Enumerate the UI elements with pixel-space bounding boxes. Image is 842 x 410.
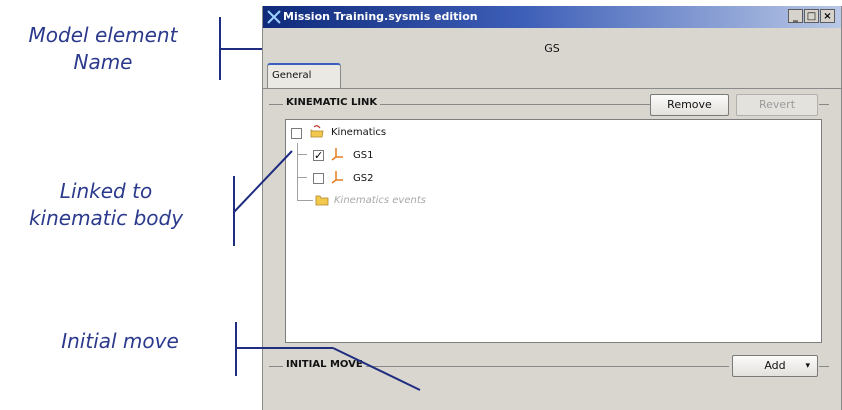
add-button[interactable]: Add ▾	[732, 355, 818, 377]
body-axes-icon	[331, 148, 343, 161]
annotation-text: Linked to	[59, 179, 153, 203]
tree-item-gs1[interactable]: GS1	[353, 148, 373, 164]
tab-divider	[263, 88, 841, 89]
annotation-model-element-name: Model element Name	[8, 22, 198, 76]
window-controls: _ □ ×	[787, 9, 835, 23]
window-title: Mission Training.sysmis edition	[283, 10, 478, 23]
tree-item-kinematics-events[interactable]: Kinematics events	[334, 193, 426, 209]
tree-connector	[297, 177, 307, 178]
annotation-linked-to-kinematic-body: Linked to kinematic body	[6, 178, 206, 232]
kinematic-link-title: KINEMATIC LINK	[283, 97, 381, 108]
body-axes-icon	[331, 171, 343, 184]
app-logo-icon	[267, 10, 281, 24]
minimize-button[interactable]: _	[788, 9, 803, 23]
chevron-down-icon: ▾	[805, 361, 810, 371]
kinematics-checkbox[interactable]	[291, 128, 302, 139]
initial-move-title: INITIAL MOVE	[283, 359, 366, 370]
gs2-checkbox[interactable]	[313, 173, 324, 184]
revert-button[interactable]: Revert	[736, 94, 818, 116]
maximize-button[interactable]: □	[804, 9, 819, 23]
close-button[interactable]: ×	[820, 9, 835, 23]
annotation-bracket	[233, 176, 235, 246]
title-bar[interactable]: Mission Training.sysmis edition _ □ ×	[263, 6, 841, 28]
tree-item-gs2[interactable]: GS2	[353, 171, 373, 187]
folder-icon	[315, 195, 329, 206]
annotation-text: kinematic body	[28, 206, 184, 230]
tree-item-kinematics[interactable]: Kinematics	[331, 125, 386, 141]
tree-connector	[297, 200, 313, 201]
annotation-text: Model element	[28, 23, 178, 47]
add-button-label: Add	[764, 359, 786, 372]
editor-window: Mission Training.sysmis edition _ □ × GS…	[262, 6, 842, 410]
annotation-bracket	[235, 322, 237, 376]
annotation-initial-move: Initial move	[30, 328, 210, 355]
group-border	[819, 366, 829, 367]
kinematics-folder-icon	[310, 125, 324, 138]
annotation-text: Name	[73, 50, 133, 74]
remove-button[interactable]: Remove	[650, 94, 729, 116]
tree-connector	[297, 154, 307, 155]
kinematics-tree[interactable]: Kinematics ✓ GS1 GS2 Kinematics events	[285, 119, 822, 343]
annotation-text: Initial move	[61, 329, 179, 353]
group-border	[819, 104, 829, 105]
tree-connector	[297, 143, 298, 201]
model-element-name: GS	[544, 42, 560, 55]
tab-general[interactable]: General	[267, 63, 341, 88]
gs1-checkbox[interactable]: ✓	[313, 150, 324, 161]
